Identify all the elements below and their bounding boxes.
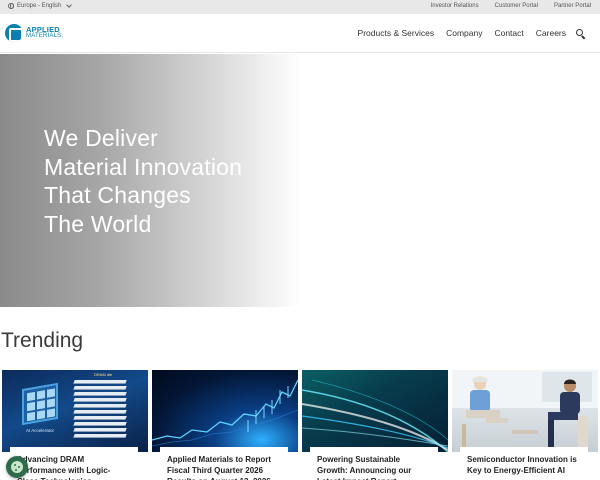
region-label: Europe - English — [17, 3, 62, 9]
hero-title: We Deliver Material Innovation That Chan… — [44, 124, 242, 238]
card-title: Applied Materials to Report Fiscal Third… — [160, 447, 288, 480]
card-image-light-streaks — [302, 370, 448, 453]
logo-text: APPLIED MATERIALS. — [26, 26, 63, 40]
utility-links: Investor Relations Customer Portal Partn… — [431, 3, 591, 9]
logo-mark-icon — [5, 24, 23, 42]
globe-icon — [8, 3, 14, 9]
investor-relations-link[interactable]: Investor Relations — [431, 3, 479, 9]
logo-text-line2: MATERIALS. — [26, 33, 64, 39]
search-icon[interactable] — [576, 29, 586, 40]
trending-heading: Trending — [1, 329, 84, 352]
stock-chart-graphic — [152, 379, 298, 447]
region-selector[interactable]: Europe - English — [8, 2, 73, 9]
hero-banner: We Deliver Material Innovation That Chan… — [0, 54, 600, 307]
trending-card-energy-ai[interactable]: Semiconductor Innovation is Key to Energ… — [452, 370, 598, 480]
card-title: Powering Sustainable Growth: Announcing … — [310, 447, 438, 480]
card-title: Advancing DRAM Performance with Logic-Cl… — [10, 447, 138, 480]
card-title: Semiconductor Innovation is Key to Energ… — [460, 447, 588, 480]
interview-photo-graphic — [452, 370, 598, 448]
chip-illustration — [22, 382, 58, 426]
light-streaks-graphic — [302, 379, 448, 453]
cookie-settings-button[interactable] — [6, 456, 28, 478]
logo[interactable]: APPLIED MATERIALS. — [5, 24, 63, 42]
cookie-icon — [11, 461, 23, 473]
hero-title-line: That Changes — [44, 182, 191, 208]
search-handle — [581, 35, 586, 40]
partner-portal-link[interactable]: Partner Portal — [554, 3, 591, 9]
utility-bar: Europe - English Investor Relations Cust… — [0, 0, 600, 14]
card-image-interview — [452, 370, 598, 452]
nav-careers[interactable]: Careers — [536, 28, 566, 38]
main-nav: Products & Services Company Contact Care… — [358, 28, 566, 38]
nav-company[interactable]: Company — [446, 28, 482, 38]
nav-products-services[interactable]: Products & Services — [358, 28, 435, 38]
hero-title-line: Material Innovation — [44, 153, 243, 180]
site-header: APPLIED MATERIALS. Products & Services C… — [0, 14, 600, 53]
customer-portal-link[interactable]: Customer Portal — [495, 3, 538, 9]
card-image-stock-chart — [152, 370, 298, 452]
trending-card-impact-report[interactable]: Powering Sustainable Growth: Announcing … — [302, 370, 448, 480]
trending-card-q3-results[interactable]: Applied Materials to Report Fiscal Third… — [152, 370, 298, 480]
dram-stack-illustration — [73, 376, 127, 442]
hero-title-line: The World — [44, 210, 152, 237]
image-label-ai-accelerator: AI Accelerator — [26, 428, 55, 433]
card-image-dram: AI Accelerator DRAM die — [2, 370, 148, 452]
nav-contact[interactable]: Contact — [494, 28, 523, 38]
trending-cards: AI Accelerator DRAM die Advancing DRAM P… — [0, 370, 600, 480]
hero-title-line: We Deliver — [44, 125, 159, 151]
image-label-dram: DRAM die — [94, 372, 113, 377]
chevron-down-icon — [66, 2, 73, 8]
logo-text-line1: APPLIED — [26, 25, 60, 34]
